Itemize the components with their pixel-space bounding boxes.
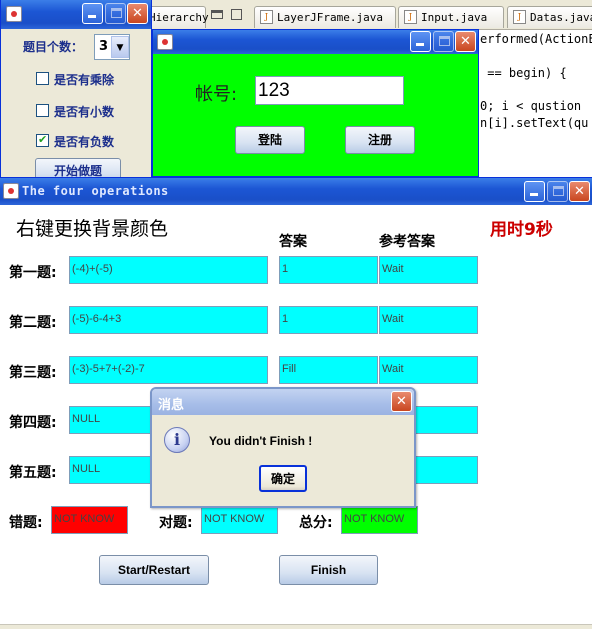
code-line: erformed(ActionE — [480, 32, 592, 46]
settings-title-bar: ✕ — [1, 0, 151, 29]
question-label: 第三题: — [9, 365, 57, 381]
close-button[interactable]: ✕ — [127, 3, 148, 24]
checkbox-negatives[interactable]: ✔ — [36, 133, 49, 147]
maximize-button[interactable] — [105, 3, 126, 24]
total-score-field: NOT KNOW — [341, 506, 418, 534]
maximize-button[interactable] — [547, 181, 568, 202]
register-button[interactable]: 注册 — [345, 126, 415, 154]
close-button[interactable]: ✕ — [569, 181, 590, 202]
question-label: 第五题: — [9, 465, 57, 481]
code-line: 0; i < qustion — [480, 99, 582, 113]
start-restart-button[interactable]: Start/Restart — [99, 555, 209, 585]
question-count-select[interactable]: 3 ▼ — [94, 34, 130, 60]
answer-input[interactable]: Fill — [279, 356, 378, 384]
tab-label: Datas.java — [530, 11, 592, 24]
tab-label: Hierarchy — [149, 11, 209, 24]
java-file-icon: J — [513, 10, 526, 24]
desktop: Hierarchy J LayerJFrame.java J Input.jav… — [0, 0, 592, 629]
reference-answer-header: 参考答案 — [379, 234, 435, 250]
close-button[interactable]: ✕ — [455, 31, 476, 52]
dialog-message: You didn't Finish ! — [209, 434, 313, 448]
maximize-button[interactable] — [433, 31, 454, 52]
question-label: 第四题: — [9, 415, 57, 431]
login-window: ✕ 帐号: 123 登陆 注册 — [152, 29, 479, 177]
java-file-icon: J — [260, 10, 273, 24]
answer-input[interactable]: 1 — [279, 306, 378, 334]
reference-field: Wait — [379, 356, 478, 384]
background-hint: 右键更换背景颜色 — [16, 218, 169, 240]
expression-field: (-5)-6-4+3 — [69, 306, 268, 334]
checkmark-icon: ✔ — [38, 133, 48, 146]
finish-label: Finish — [310, 563, 347, 577]
account-value: 123 — [258, 80, 290, 101]
code-editor[interactable]: erformed(ActionE == begin) { 0; i < qust… — [478, 30, 592, 180]
register-button-label: 注册 — [367, 133, 392, 147]
tab-label: Input.java — [421, 11, 488, 24]
minimize-button[interactable] — [524, 181, 545, 202]
code-line: n[i].setText(qu — [480, 116, 589, 130]
wrong-count-field: NOT KNOW — [51, 506, 128, 534]
java-file-icon: J — [404, 10, 417, 24]
ok-button-label: 确定 — [270, 472, 295, 486]
expression-field: (-3)-5+7+(-2)-7 — [69, 356, 268, 384]
window-bottom-edge — [0, 624, 592, 629]
tab-label: LayerJFrame.java — [277, 11, 383, 24]
login-button[interactable]: 登陆 — [235, 126, 305, 154]
reference-field: Wait — [379, 306, 478, 334]
ok-button[interactable]: 确定 — [259, 465, 307, 492]
java-app-icon — [157, 34, 173, 50]
account-label: 帐号: — [195, 84, 238, 105]
checkbox-label: 是否有乘除 — [54, 73, 115, 87]
close-button[interactable]: ✕ — [391, 391, 412, 412]
checkbox-label: 是否有小数 — [54, 105, 115, 119]
code-line: == begin) { — [480, 66, 567, 80]
java-app-icon — [6, 6, 22, 22]
checkbox-decimals[interactable] — [36, 104, 49, 117]
timer-label: 用时9秒 — [490, 220, 553, 240]
question-count-value: 3 — [99, 39, 109, 54]
account-input[interactable]: 123 — [255, 76, 404, 105]
java-app-icon — [3, 183, 19, 199]
tab-datas[interactable]: J Datas.java — [507, 6, 592, 28]
login-button-label: 登陆 — [257, 133, 282, 147]
question-label: 第二题: — [9, 315, 57, 331]
login-title-bar: ✕ — [153, 30, 478, 54]
total-label: 总分: — [299, 515, 333, 531]
finish-button[interactable]: Finish — [279, 555, 378, 585]
question-label: 第一题: — [9, 265, 57, 281]
tab-layerjframe[interactable]: J LayerJFrame.java — [254, 6, 396, 28]
dialog-title: 消息 — [158, 398, 185, 413]
reference-field: Wait — [379, 256, 478, 284]
start-quiz-label: 开始做题 — [53, 164, 102, 178]
settings-window: ✕ 题目个数： 3 ▼ 是否有乘除 是否有小数 ✔ 是否有负数 开始做题 — [0, 0, 152, 184]
answer-header: 答案 — [279, 234, 307, 250]
checkbox-multiply-divide[interactable] — [36, 72, 49, 85]
window-title: The four operations — [22, 184, 169, 198]
start-restart-label: Start/Restart — [117, 563, 191, 577]
wrong-label: 错题: — [9, 515, 43, 531]
editor-tab-bar: Hierarchy J LayerJFrame.java J Input.jav… — [142, 0, 592, 30]
quiz-title-bar: The four operations ✕ — [0, 178, 592, 205]
dialog-title-bar: 消息 ✕ — [152, 389, 414, 415]
view-maximize-icon[interactable] — [231, 9, 242, 20]
checkbox-label: 是否有负数 — [54, 135, 115, 149]
tab-input[interactable]: J Input.java — [398, 6, 504, 28]
view-minimize-icon[interactable] — [211, 10, 223, 19]
right-label: 对题: — [159, 515, 193, 531]
minimize-button[interactable] — [82, 3, 103, 24]
question-count-label: 题目个数： — [23, 40, 84, 54]
message-dialog: 消息 ✕ i You didn't Finish ! 确定 — [150, 387, 416, 508]
minimize-button[interactable] — [410, 31, 431, 52]
right-count-field: NOT KNOW — [201, 506, 278, 534]
info-icon: i — [164, 427, 190, 453]
answer-input[interactable]: 1 — [279, 256, 378, 284]
expression-field: (-4)+(-5) — [69, 256, 268, 284]
chevron-down-icon[interactable]: ▼ — [111, 36, 129, 58]
